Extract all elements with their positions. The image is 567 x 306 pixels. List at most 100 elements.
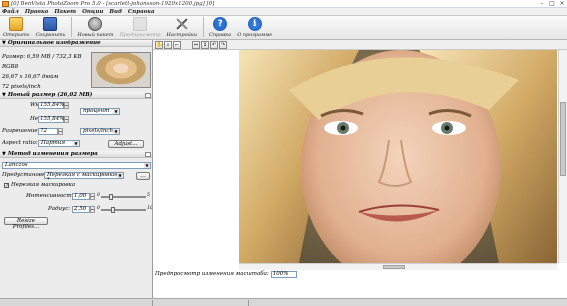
save-button[interactable]: Сохранить <box>36 16 65 38</box>
original-mode: RGB8 <box>2 64 19 70</box>
fit-width-icon[interactable]: ↔ <box>192 40 200 49</box>
chevron-down-icon: ▼ <box>73 141 79 146</box>
portrait-image <box>239 50 557 263</box>
radius-min: 0 <box>97 206 100 211</box>
collapse-arrow-icon: ▼ <box>2 40 6 46</box>
scroll-thumb[interactable] <box>383 265 405 269</box>
status-section <box>0 299 153 306</box>
radius-label: Радиус: <box>48 206 71 212</box>
crop-tool-icon[interactable]: ⌐ <box>173 40 181 49</box>
menu-help[interactable]: Справка <box>128 9 155 15</box>
chevron-down-icon: ▼ <box>113 129 119 134</box>
original-image-header[interactable]: ▼ Оригинальное изображение <box>0 40 152 47</box>
unit-select[interactable]: процент ▼ <box>80 108 120 115</box>
zoom-label: Предпросмотр изменения масштаба: <box>155 271 269 277</box>
app-icon <box>2 0 9 7</box>
preview-button[interactable]: Предпросмотр <box>119 16 160 38</box>
chevron-down-icon: ▼ <box>144 163 150 168</box>
menu-batch[interactable]: Пакет <box>54 9 76 15</box>
title-bar: [0] BenVista PhotoZoom Pro 5.0 - [scarle… <box>0 0 567 8</box>
intensity-input[interactable]: 1,00 <box>72 193 90 200</box>
intensity-min: 0 <box>97 193 100 198</box>
resolution-spinner[interactable] <box>58 128 63 135</box>
chevron-down-icon: ▼ <box>113 109 119 114</box>
menu-view[interactable]: Вид <box>109 9 121 15</box>
menu-edit[interactable]: Правка <box>25 9 49 15</box>
preview-toolbar: ✋ ⌕ ⌐ ↔ ↕ ↶ ↷ <box>153 40 567 50</box>
preview-image[interactable] <box>239 50 557 263</box>
unsharp-label: Нерезкая маскировка <box>11 182 76 188</box>
settings-button[interactable]: Настройки <box>166 16 197 38</box>
width-spinner[interactable] <box>64 102 69 109</box>
rotate-right-icon[interactable]: ↷ <box>219 40 227 49</box>
original-resolution: 72 pixels/inch <box>2 84 41 90</box>
radius-spinner[interactable] <box>90 206 95 213</box>
collapse-arrow-icon: ▼ <box>2 151 6 157</box>
preview-area: ✋ ⌕ ⌐ ↔ ↕ ↶ ↷ Предпросмотр изменения мас… <box>153 40 567 298</box>
intensity-label: Интенсивность: <box>26 193 77 199</box>
radius-max: 10 <box>147 206 153 211</box>
chevron-down-icon: ▼ <box>117 173 123 178</box>
preset-select[interactable]: Нерезкая с маскировкой * ▼ <box>44 172 124 183</box>
window-controls: – □ × <box>537 0 567 7</box>
settings-tools-icon <box>175 17 189 31</box>
original-size: Размер: 6,59 MB / 732,3 KB <box>2 54 82 60</box>
rotate-left-icon[interactable]: ↶ <box>210 40 218 49</box>
toolbar-divider <box>203 17 205 37</box>
height-spinner[interactable] <box>64 116 69 123</box>
scroll-thumb[interactable] <box>560 102 566 176</box>
save-disk-icon <box>43 17 58 31</box>
panel-toggle-icon[interactable] <box>145 93 151 98</box>
radius-input[interactable]: 2,50 <box>72 206 90 213</box>
adjust-button[interactable]: Adjust... <box>108 140 144 148</box>
new-size-header[interactable]: ▼ Новый размер (26,02 MB) <box>0 92 152 99</box>
zoom-tool-icon[interactable]: ⌕ <box>164 40 172 49</box>
zoom-select[interactable]: 100% <box>270 270 297 278</box>
resize-method-header[interactable]: ▼ Метод изменения размера <box>0 151 152 158</box>
help-button[interactable]: ? Справка <box>209 16 231 38</box>
original-dimensions: 26,67 x 16,67 дюйм <box>2 74 59 80</box>
preset-menu-button[interactable]: … <box>136 172 150 180</box>
menu-file[interactable]: Файл <box>2 9 19 15</box>
close-icon[interactable]: × <box>557 0 567 7</box>
slider-thumb[interactable] <box>111 207 115 213</box>
menu-bar: Файл Правка Пакет Опции Вид Справка <box>0 8 567 16</box>
unsharp-checkbox[interactable]: ✓ <box>4 183 9 189</box>
slider-thumb[interactable] <box>109 194 113 200</box>
preview-icon <box>132 17 147 31</box>
open-button[interactable]: Открыть <box>3 16 30 38</box>
original-thumbnail[interactable] <box>91 52 151 88</box>
settings-panel: ▼ Оригинальное изображение Размер: 6,59 … <box>0 40 153 298</box>
vertical-scrollbar[interactable] <box>558 50 567 263</box>
slider-track <box>101 196 146 198</box>
status-bar <box>0 298 567 306</box>
info-icon: i <box>247 17 262 31</box>
maximize-icon[interactable]: □ <box>547 0 557 7</box>
open-folder-icon <box>9 17 24 31</box>
window-title: [0] BenVista PhotoZoom Pro 5.0 - [scarle… <box>11 0 215 7</box>
resolution-input[interactable]: 72 <box>38 128 58 135</box>
horizontal-scrollbar[interactable] <box>239 263 557 270</box>
new-batch-button[interactable]: Новый пакет <box>77 16 113 38</box>
resolution-unit-select[interactable]: pixels/inch ▼ <box>80 128 120 135</box>
aspect-select[interactable]: Партия ▼ <box>38 140 80 147</box>
height-input[interactable]: 155,84% <box>38 116 64 123</box>
intensity-slider[interactable] <box>101 194 146 200</box>
intensity-spinner[interactable] <box>90 193 95 200</box>
method-select[interactable]: Lanczos ▼ <box>2 162 151 169</box>
slider-track <box>101 209 146 211</box>
resize-profiles-button[interactable]: Resize Profiles... <box>4 217 48 230</box>
panel-toggle-icon[interactable] <box>145 152 151 157</box>
width-input[interactable]: 155,84% <box>38 102 64 109</box>
minimize-icon[interactable]: – <box>537 0 547 7</box>
batch-disc-icon <box>88 17 103 31</box>
status-section <box>153 299 249 306</box>
main-toolbar: Открыть Сохранить Новый пакет Предпросмо… <box>0 16 567 40</box>
fit-height-icon[interactable]: ↕ <box>201 40 209 49</box>
menu-options[interactable]: Опции <box>82 9 103 15</box>
radius-slider[interactable] <box>101 207 146 213</box>
status-section <box>249 300 567 306</box>
help-icon: ? <box>213 17 228 31</box>
about-button[interactable]: i О программе <box>237 16 272 38</box>
hand-tool-icon[interactable]: ✋ <box>155 40 163 49</box>
